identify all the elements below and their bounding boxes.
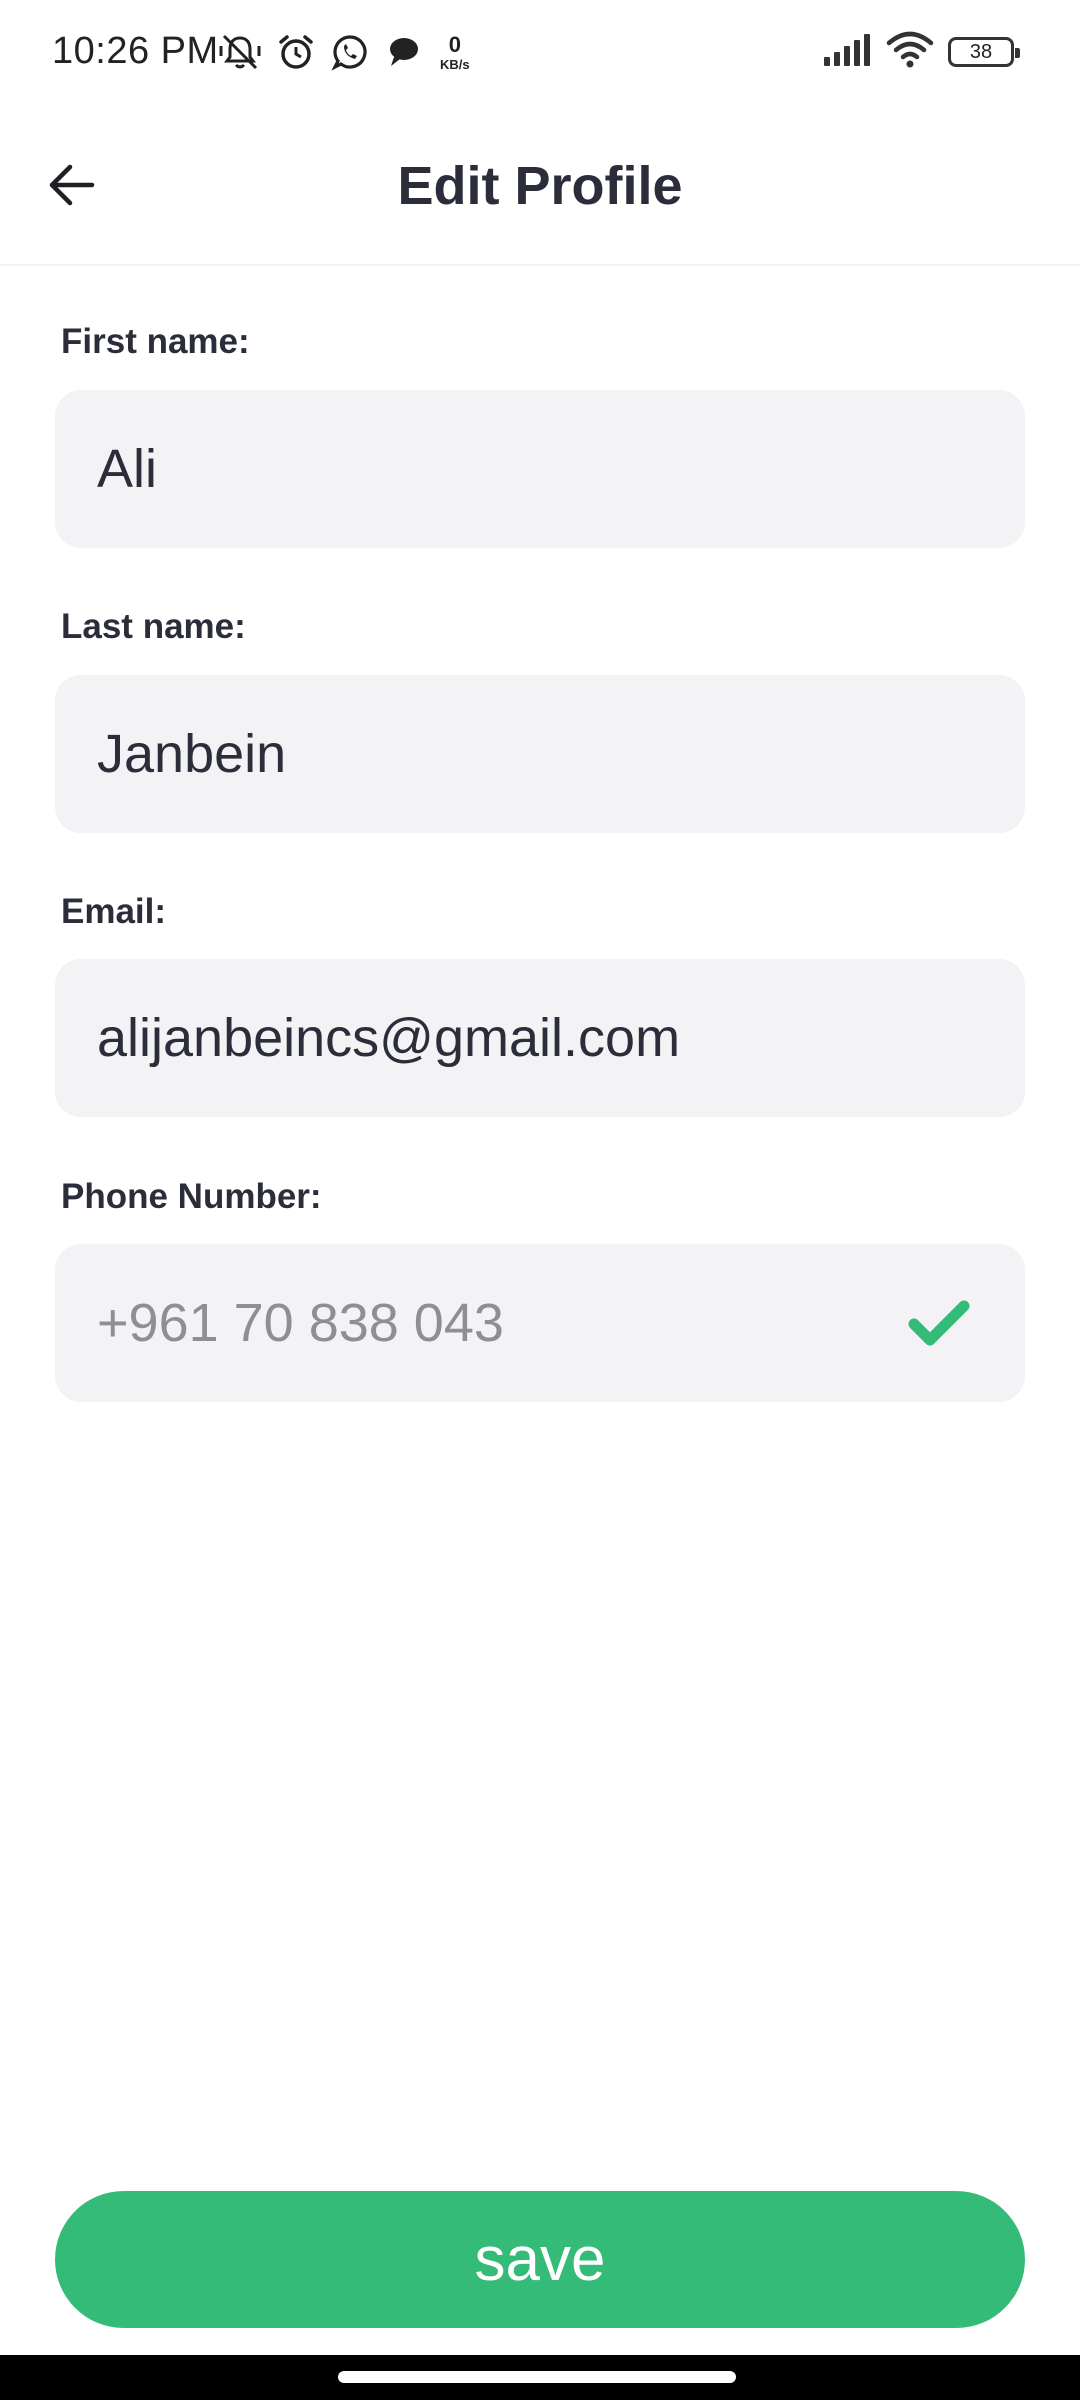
checkmark-icon	[908, 1300, 970, 1346]
signal-icon	[822, 33, 872, 72]
battery-level: 38	[969, 40, 993, 63]
chat-bubble-icon	[384, 33, 422, 71]
wifi-icon	[886, 31, 934, 74]
battery-icon: 38	[948, 37, 1020, 67]
alarm-icon	[276, 32, 316, 72]
email-label: Email:	[61, 892, 167, 931]
network-speed-unit: KB/s	[440, 56, 470, 72]
first-name-field[interactable]	[55, 390, 1025, 548]
email-input[interactable]	[97, 1007, 917, 1069]
phone-input[interactable]	[97, 1292, 917, 1354]
last-name-input[interactable]	[97, 723, 917, 785]
last-name-field[interactable]	[55, 675, 1025, 833]
network-speed-value: 0	[448, 31, 461, 57]
save-button[interactable]: save	[55, 2191, 1025, 2328]
page-title: Edit Profile	[397, 156, 683, 216]
status-icons-left: 0 KB/s	[218, 30, 470, 74]
status-bar: 10:26 PM 0 KB/s 38	[0, 0, 1080, 100]
phone-field[interactable]	[55, 1244, 1025, 1402]
first-name-input[interactable]	[97, 438, 917, 500]
phone-label: Phone Number:	[61, 1177, 322, 1216]
email-field[interactable]	[55, 959, 1025, 1117]
status-time: 10:26 PM	[52, 30, 219, 72]
mute-vibrate-icon	[218, 30, 262, 74]
header: Edit Profile	[0, 100, 1080, 266]
first-name-label: First name:	[61, 322, 250, 361]
navigation-bar	[0, 2355, 1080, 2400]
status-icons-right: 38	[822, 30, 1020, 74]
last-name-label: Last name:	[61, 607, 246, 646]
home-indicator[interactable]	[338, 2371, 736, 2383]
whatsapp-icon	[330, 32, 370, 72]
network-speed: 0 KB/s	[440, 31, 470, 72]
